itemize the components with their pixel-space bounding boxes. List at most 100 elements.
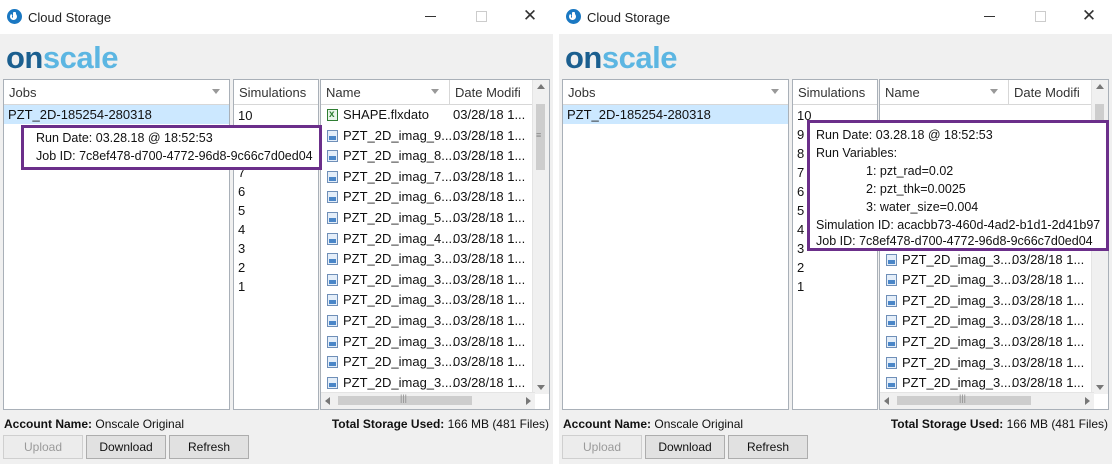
file-row[interactable]: PZT_2D_imag_3.... 03/28/18 1... [321,352,549,373]
tooltip-variable: 3: water_size=0.004 [866,200,979,214]
file-row[interactable]: PZT_2D_imag_3.... 03/28/18 1... [880,311,1108,332]
close-button[interactable]: ✕ [520,6,540,26]
file-date: 03/28/18 1... [453,354,526,370]
file-row[interactable]: PZT_2D_imag_5.... 03/28/18 1... [321,208,549,229]
close-button[interactable]: ✕ [1079,6,1099,26]
power-icon [7,9,22,24]
minimize-button[interactable] [980,6,1000,26]
file-row[interactable]: PZT_2D_imag_3.... 03/28/18 1... [321,311,549,332]
files-panel: Name Date Modifi SHAPE.flxdato 03/28/18 1… [320,79,550,410]
refresh-button[interactable]: Refresh [169,435,249,459]
files-header: Name Date Modifi [321,80,533,105]
file-row[interactable]: PZT_2D_imag_3.... 03/28/18 1... [880,332,1108,353]
power-icon [566,9,581,24]
file-row[interactable]: SHAPE.flxdato 03/28/18 1... [321,105,549,126]
file-row[interactable]: PZT_2D_imag_3.... 03/28/18 1... [321,332,549,353]
image-file-icon [327,314,338,327]
jobs-column-header[interactable]: Jobs [4,80,229,105]
horizontal-scrollbar[interactable]: ||| [880,392,1094,409]
simulation-row[interactable]: 2 [793,258,877,277]
job-row[interactable]: PZT_2D-185254-280318 [4,105,229,124]
file-name: PZT_2D_imag_3.... [902,272,1015,288]
simulation-row[interactable]: 3 [234,239,318,258]
maximize-button[interactable] [471,6,491,26]
cloud-storage-window-right: Cloud Storage ✕ onscale Jobs PZT_2D-1852… [559,0,1112,464]
file-row[interactable]: PZT_2D_imag_9.... 03/28/18 1... [321,126,549,147]
scroll-thumb[interactable]: ≡ [536,104,545,170]
file-list: SHAPE.flxdato03/28/18 1...PZT_2D_imag_9.… [321,105,549,393]
scroll-down-icon[interactable] [1096,385,1104,390]
image-file-icon [886,253,897,266]
file-row[interactable]: PZT_2D_imag_3.... 03/28/18 1... [321,270,549,291]
cloud-storage-window-left: Cloud Storage ✕ onscale Jobs PZT_2D-1852… [0,0,553,464]
date-column-header[interactable]: Date Modifi [1009,80,1089,104]
sort-arrow-icon [771,89,779,94]
simulation-row[interactable]: 1 [234,277,318,296]
sort-arrow-icon [212,89,220,94]
scroll-up-icon[interactable] [1096,84,1104,89]
scroll-left-icon[interactable] [884,397,889,405]
job-row[interactable]: PZT_2D-185254-280318 [563,105,788,124]
simulation-row[interactable]: 1 [793,277,877,296]
file-row[interactable]: PZT_2D_imag_3.... 03/28/18 1... [321,249,549,270]
file-row[interactable]: PZT_2D_imag_3.... 03/28/18 1... [880,250,1108,271]
simulations-column-header[interactable]: Simulations [234,80,318,105]
scroll-left-icon[interactable] [325,397,330,405]
image-file-icon [327,232,338,245]
simulation-row[interactable]: 2 [234,258,318,277]
scroll-down-icon[interactable] [537,385,545,390]
image-file-icon [327,376,338,389]
upload-button[interactable]: Upload [3,435,83,459]
file-row[interactable]: PZT_2D_imag_3.... 03/28/18 1... [880,291,1108,312]
file-row[interactable]: PZT_2D_imag_7.... 03/28/18 1... [321,167,549,188]
tooltip-simulation-id: Simulation ID: acacbb73-460d-4ad2-b1d1-2… [816,218,1101,232]
file-name: PZT_2D_imag_3.... [343,251,456,267]
upload-button[interactable]: Upload [562,435,642,459]
name-column-header[interactable]: Name [321,80,450,104]
file-row[interactable]: PZT_2D_imag_3.... 03/28/18 1... [880,373,1108,394]
file-name: PZT_2D_imag_3.... [343,354,456,370]
file-row[interactable]: PZT_2D_imag_6.... 03/28/18 1... [321,187,549,208]
file-name: PZT_2D_imag_3.... [343,333,456,349]
simulation-row[interactable]: 5 [234,201,318,220]
scroll-right-icon[interactable] [1085,397,1090,405]
vertical-scrollbar[interactable]: ≡ [532,80,549,394]
file-name: PZT_2D_imag_3.... [343,292,456,308]
download-button[interactable]: Download [645,435,725,459]
date-column-header[interactable]: Date Modifi [450,80,530,104]
account-name: Account Name: Onscale Original [4,417,185,431]
simulation-row[interactable]: 10 [234,106,318,125]
download-button[interactable]: Download [86,435,166,459]
file-name: PZT_2D_imag_3.... [902,251,1015,267]
maximize-button[interactable] [1030,6,1050,26]
scroll-up-icon[interactable] [537,84,545,89]
scroll-thumb[interactable]: ||| [897,393,1031,405]
minimize-button[interactable] [421,6,441,26]
file-row[interactable]: PZT_2D_imag_8.... 03/28/18 1... [321,146,549,167]
horizontal-scrollbar[interactable]: ||| [321,392,535,409]
name-column-header[interactable]: Name [880,80,1009,104]
refresh-button[interactable]: Refresh [728,435,808,459]
simulation-row[interactable]: 4 [234,220,318,239]
scroll-right-icon[interactable] [526,397,531,405]
scroll-thumb[interactable]: ||| [338,393,472,405]
file-row[interactable]: PZT_2D_imag_4.... 03/28/18 1... [321,229,549,250]
image-file-icon [327,356,338,369]
jobs-panel: Jobs PZT_2D-185254-280318 [562,79,789,410]
file-row[interactable]: PZT_2D_imag_3.... 03/28/18 1... [880,270,1108,291]
file-row[interactable]: PZT_2D_imag_3.... 03/28/18 1... [321,290,549,311]
image-file-icon [886,315,897,328]
simulations-column-header[interactable]: Simulations [793,80,877,105]
jobs-column-header[interactable]: Jobs [563,80,788,105]
simulation-row[interactable]: 6 [234,182,318,201]
sort-arrow-icon [990,89,998,94]
file-row[interactable]: PZT_2D_imag_3.... 03/28/18 1... [880,353,1108,374]
file-row[interactable]: PZT_2D_imag_3.... 03/28/18 1... [321,373,549,394]
file-date: 03/28/18 1... [1012,375,1085,391]
image-file-icon [327,211,338,224]
file-name: PZT_2D_imag_3.... [902,354,1015,370]
file-name: SHAPE.flxdato [343,107,429,122]
file-name: PZT_2D_imag_3.... [902,333,1015,349]
image-file-icon [327,150,338,163]
file-date: 03/28/18 1... [453,312,526,328]
